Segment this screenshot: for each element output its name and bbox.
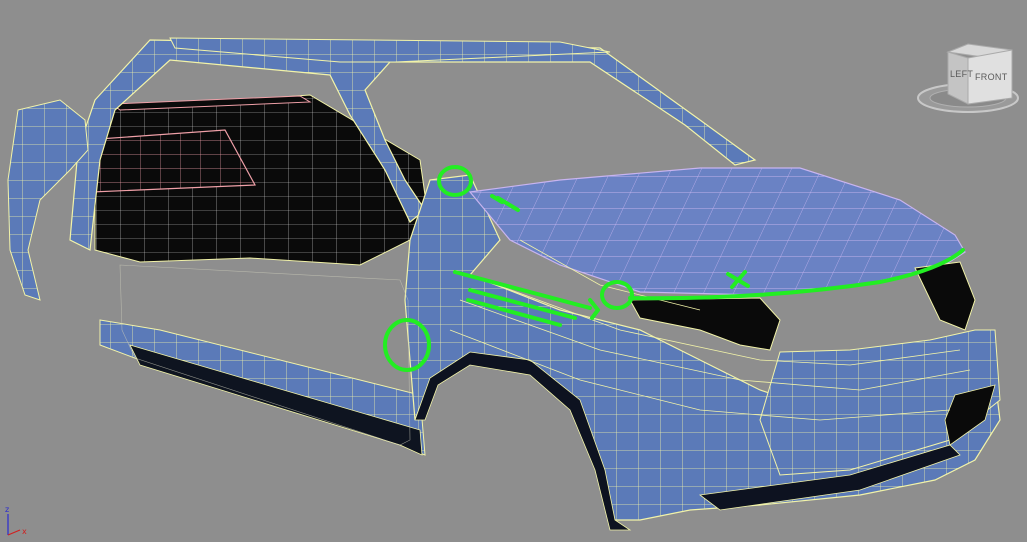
viewcube-front-label[interactable]: FRONT	[975, 72, 1008, 82]
axis-z-label: z	[5, 505, 9, 514]
axis-x-line	[7, 529, 21, 536]
interior-selected-panel	[84, 129, 256, 193]
viewcube-left-label[interactable]: LEFT	[950, 69, 973, 79]
axis-tripod: z x	[5, 505, 27, 536]
viewcube[interactable]: LEFT FRONT	[917, 43, 1019, 113]
hood-panel	[468, 167, 966, 296]
annotation-circle-hood-corner	[600, 280, 634, 310]
3d-viewport[interactable]: LEFT FRONT z x	[0, 0, 1027, 542]
viewport-scene[interactable]: LEFT FRONT z x	[0, 0, 1027, 542]
axis-x-label: x	[22, 527, 27, 536]
